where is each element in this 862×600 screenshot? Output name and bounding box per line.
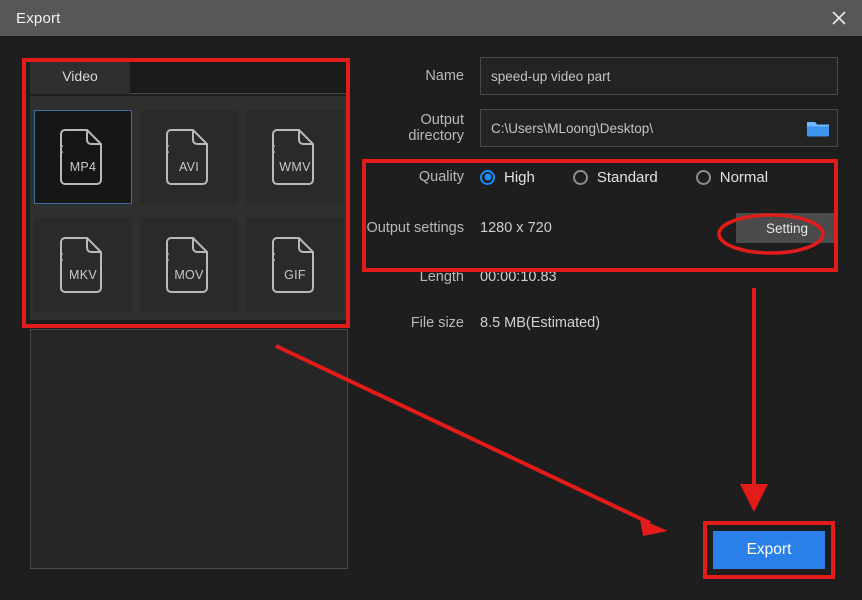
file-size-value: 8.5 MB(Estimated) xyxy=(480,315,601,331)
quality-radio-high[interactable]: High xyxy=(480,169,535,186)
name-label: Name xyxy=(425,68,464,84)
tab-video-label: Video xyxy=(62,68,98,84)
name-input[interactable]: speed-up video part xyxy=(480,57,838,95)
file-wmv-icon: WMV xyxy=(267,126,323,188)
close-icon[interactable] xyxy=(816,0,862,36)
export-button-label: Export xyxy=(746,541,792,558)
folder-icon[interactable] xyxy=(805,117,831,139)
file-avi-icon: AVI xyxy=(161,126,217,188)
title-bar: Export xyxy=(0,0,862,36)
quality-option-label: High xyxy=(504,168,535,186)
format-label: MOV xyxy=(174,268,204,282)
file-mov-icon: MOV xyxy=(161,234,217,296)
radio-dot-icon xyxy=(572,169,588,185)
annotation-arrow-diagonal-head xyxy=(640,519,668,536)
file-gif-icon: GIF xyxy=(267,234,323,296)
output-settings-label: Output settings xyxy=(366,220,464,236)
export-dialog: Export Video MP4 AVI WMV MKV MOV GIF Nam… xyxy=(0,0,862,600)
export-button[interactable]: Export xyxy=(713,531,825,569)
length-label: Length xyxy=(419,269,464,285)
quality-radio-normal[interactable]: Normal xyxy=(695,168,769,186)
output-directory-value: C:\Users\MLoong\Desktop\ xyxy=(491,120,654,136)
output-directory-row: Output directory C:\Users\MLoong\Desktop… xyxy=(362,108,838,148)
format-label: AVI xyxy=(178,160,200,174)
length-value: 00:00:10.83 xyxy=(480,269,557,285)
preview-panel xyxy=(30,329,348,569)
format-label: MKV xyxy=(69,268,97,282)
format-tile-mp4[interactable]: MP4 xyxy=(34,110,132,204)
format-tile-grid: MP4 AVI WMV MKV MOV GIF xyxy=(30,96,348,320)
length-row: Length 00:00:10.83 xyxy=(362,260,838,294)
radio-dot-icon xyxy=(695,169,711,185)
annotation-arrow-vertical-head xyxy=(740,484,768,512)
quality-radio-standard[interactable]: Standard xyxy=(572,168,658,186)
quality-option-label: Normal xyxy=(719,168,769,186)
output-settings-value: 1280 x 720 xyxy=(480,220,552,236)
format-tile-gif[interactable]: GIF xyxy=(246,218,344,312)
tab-strip-filler xyxy=(130,60,348,94)
file-size-label: File size xyxy=(410,315,464,331)
quality-radio-group: High Standard Normal xyxy=(480,169,838,186)
quality-row: Quality High Standard Normal xyxy=(362,160,838,194)
export-settings-form: Name speed-up video part Output director… xyxy=(362,56,838,352)
window-title: Export xyxy=(16,9,61,27)
format-label: WMV xyxy=(279,160,311,174)
format-tabs: Video xyxy=(30,60,348,94)
setting-button[interactable]: Setting xyxy=(736,213,838,243)
name-row: Name speed-up video part xyxy=(362,56,838,96)
output-settings-row: Output settings 1280 x 720 Setting xyxy=(362,210,838,246)
output-directory-label: Output directory xyxy=(408,112,464,144)
name-value: speed-up video part xyxy=(491,68,611,84)
quality-label: Quality xyxy=(418,169,464,185)
setting-button-label: Setting xyxy=(765,220,809,236)
file-size-row: File size 8.5 MB(Estimated) xyxy=(362,306,838,340)
tab-video[interactable]: Video xyxy=(30,60,130,94)
file-mkv-icon: MKV xyxy=(55,234,111,296)
format-tile-wmv[interactable]: WMV xyxy=(246,110,344,204)
format-label: MP4 xyxy=(69,160,97,174)
quality-option-label: Standard xyxy=(596,168,658,186)
format-tile-mkv[interactable]: MKV xyxy=(34,218,132,312)
output-directory-input[interactable]: C:\Users\MLoong\Desktop\ xyxy=(480,109,838,147)
format-label: GIF xyxy=(284,268,306,282)
format-tile-mov[interactable]: MOV xyxy=(140,218,238,312)
format-tile-avi[interactable]: AVI xyxy=(140,110,238,204)
file-mp4-icon: MP4 xyxy=(55,126,111,188)
radio-dot-icon xyxy=(480,169,495,185)
